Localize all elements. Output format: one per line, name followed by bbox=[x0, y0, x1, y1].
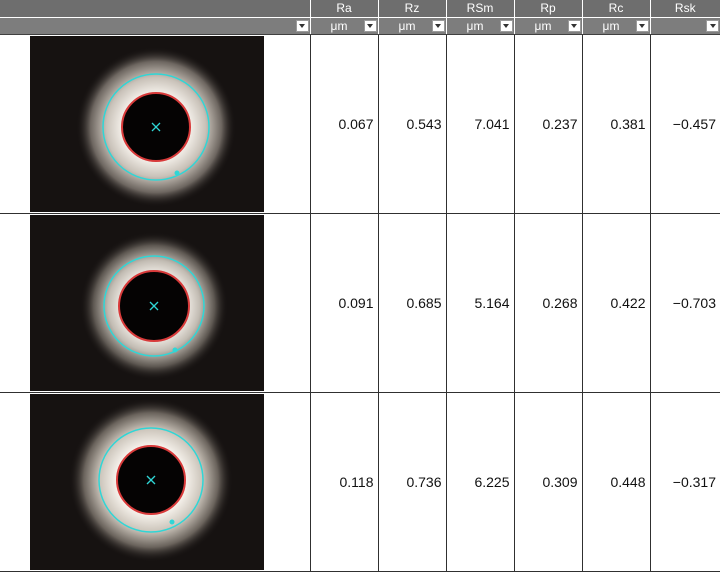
col-name-ra: Ra bbox=[336, 1, 352, 16]
rsm-filter-dropdown-icon[interactable] bbox=[499, 19, 513, 32]
image-column-header bbox=[0, 0, 311, 18]
hole-micrograph-image bbox=[30, 35, 264, 212]
cell-rsm: 7.041 bbox=[446, 34, 515, 214]
image-cell bbox=[0, 213, 311, 393]
col-header-rc: Rc bbox=[582, 0, 651, 18]
col-header-ra: Ra bbox=[310, 0, 379, 18]
hole-micrograph-2 bbox=[80, 231, 228, 380]
hole-micrograph-image bbox=[30, 214, 264, 391]
cell-rp: 0.237 bbox=[514, 34, 583, 214]
cell-rsk: −0.457 bbox=[650, 34, 720, 214]
col-name-rsk: Rsk bbox=[674, 1, 696, 16]
col-unit-rsm: μm bbox=[446, 17, 515, 35]
image-column-unit bbox=[0, 17, 311, 35]
image-cell bbox=[0, 392, 311, 572]
col-unit-rp: μm bbox=[514, 17, 583, 35]
roughness-table: Ra Rz RSm Rp Rc Rsk μm μm μm μm μm 0.067… bbox=[0, 0, 720, 572]
table-row[interactable]: 0.118 0.736 6.225 0.309 0.448 −0.317 bbox=[0, 392, 720, 572]
header-row-names: Ra Rz RSm Rp Rc Rsk bbox=[0, 0, 720, 18]
cell-rsk: −0.317 bbox=[650, 392, 720, 572]
cell-rz: 0.685 bbox=[378, 213, 447, 393]
cell-ra: 0.118 bbox=[310, 392, 379, 572]
col-unit-ra: μm bbox=[310, 17, 379, 35]
unit-label-rsm: μm bbox=[466, 18, 484, 33]
hole-micrograph-1 bbox=[76, 46, 236, 207]
unit-label-ra: μm bbox=[330, 18, 348, 33]
col-name-rz: Rz bbox=[404, 1, 420, 16]
cell-ra: 0.067 bbox=[310, 34, 379, 214]
header-row-units: μm μm μm μm μm bbox=[0, 17, 720, 35]
col-name-rp: Rp bbox=[540, 1, 556, 16]
rz-filter-dropdown-icon[interactable] bbox=[431, 19, 445, 32]
col-header-rsm: RSm bbox=[446, 0, 515, 18]
unit-label-rc: μm bbox=[602, 18, 620, 33]
col-name-rsm: RSm bbox=[466, 1, 494, 16]
cell-rc: 0.381 bbox=[582, 34, 651, 214]
image-filter-dropdown-icon[interactable] bbox=[295, 19, 309, 32]
cell-rsk: −0.703 bbox=[650, 213, 720, 393]
unit-label-rz: μm bbox=[398, 18, 416, 33]
image-cell bbox=[0, 34, 311, 214]
col-header-rz: Rz bbox=[378, 0, 447, 18]
unit-label-rp: μm bbox=[534, 18, 552, 33]
cell-rsm: 5.164 bbox=[446, 213, 515, 393]
hole-micrograph-image bbox=[30, 393, 264, 570]
table-row[interactable]: 0.067 0.543 7.041 0.237 0.381 −0.457 bbox=[0, 34, 720, 214]
col-header-rsk: Rsk bbox=[650, 0, 720, 18]
cell-rp: 0.309 bbox=[514, 392, 583, 572]
cell-rz: 0.543 bbox=[378, 34, 447, 214]
cell-rp: 0.268 bbox=[514, 213, 583, 393]
cell-ra: 0.091 bbox=[310, 213, 379, 393]
col-unit-rc: μm bbox=[582, 17, 651, 35]
rp-filter-dropdown-icon[interactable] bbox=[567, 19, 581, 32]
col-unit-rsk bbox=[650, 17, 720, 35]
cell-rsm: 6.225 bbox=[446, 392, 515, 572]
cell-rc: 0.422 bbox=[582, 213, 651, 393]
table-row[interactable]: 0.091 0.685 5.164 0.268 0.422 −0.703 bbox=[0, 213, 720, 393]
rsk-filter-dropdown-icon[interactable] bbox=[706, 19, 719, 32]
rc-filter-dropdown-icon[interactable] bbox=[635, 19, 649, 32]
ra-filter-dropdown-icon[interactable] bbox=[363, 19, 377, 32]
col-header-rp: Rp bbox=[514, 0, 583, 18]
col-unit-rz: μm bbox=[378, 17, 447, 35]
cell-rc: 0.448 bbox=[582, 392, 651, 572]
col-name-rc: Rc bbox=[608, 1, 624, 16]
hole-micrograph-3 bbox=[69, 397, 233, 562]
cell-rz: 0.736 bbox=[378, 392, 447, 572]
